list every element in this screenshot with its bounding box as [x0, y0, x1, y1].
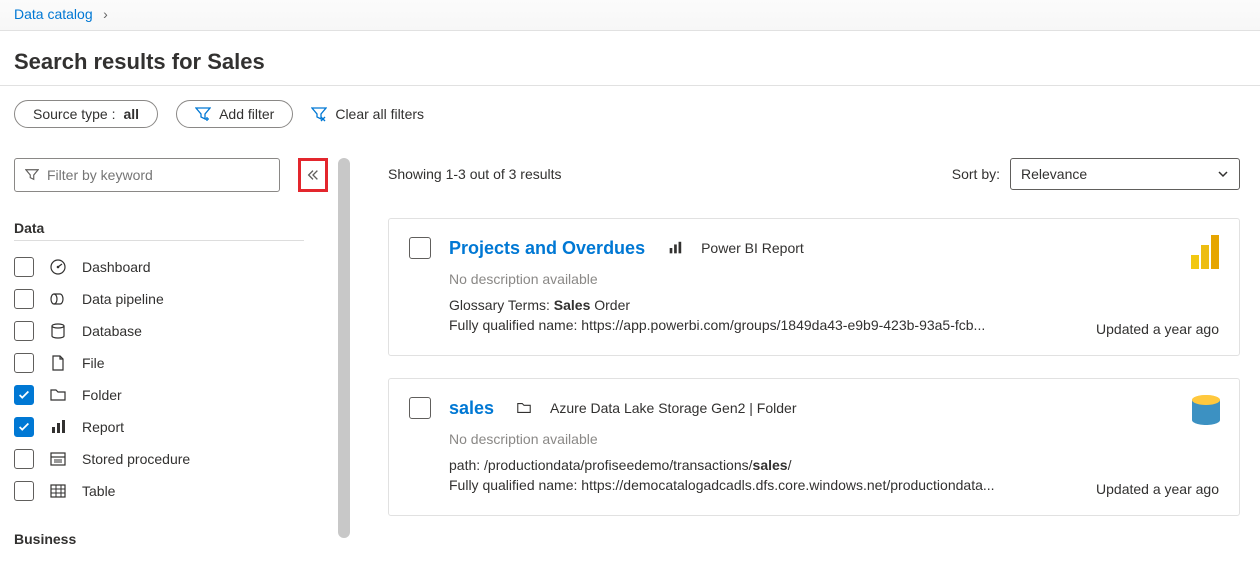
result-title-link[interactable]: Projects and Overdues [449, 238, 645, 259]
filter-keyword-input[interactable] [47, 167, 269, 183]
clear-all-label: Clear all filters [335, 106, 424, 122]
sort-select[interactable]: Relevance [1010, 158, 1240, 190]
updated-label: Updated a year ago [1096, 321, 1219, 337]
results-header: Showing 1-3 out of 3 results Sort by: Re… [388, 158, 1240, 196]
facet-item-report[interactable]: Report [14, 411, 350, 443]
checkbox[interactable] [14, 321, 34, 341]
dashboard-icon [48, 258, 68, 276]
storedproc-icon [48, 450, 68, 468]
report-icon [667, 240, 683, 256]
pipeline-icon [48, 290, 68, 308]
clear-all-filters[interactable]: Clear all filters [311, 106, 424, 122]
facet-item-dashboard[interactable]: Dashboard [14, 251, 350, 283]
facet-item-folder[interactable]: Folder [14, 379, 350, 411]
content: Data Dashboard Data pipeline Database [0, 142, 1260, 564]
folder-icon [48, 386, 68, 404]
table-icon [48, 482, 68, 500]
checkbox[interactable] [14, 449, 34, 469]
result-title-link[interactable]: sales [449, 398, 494, 419]
results-panel: Showing 1-3 out of 3 results Sort by: Re… [358, 142, 1260, 564]
powerbi-icon [1191, 235, 1221, 274]
card-head: Projects and Overdues Power BI Report [409, 237, 1219, 259]
chevron-down-icon [1217, 168, 1229, 180]
result-checkbox[interactable] [409, 397, 431, 419]
facet-label: Report [82, 419, 350, 435]
check-icon [17, 420, 31, 434]
report-icon [48, 418, 68, 436]
database-icon [48, 322, 68, 340]
source-type-pill[interactable]: Source type : all [14, 100, 158, 128]
chevron-right-icon: › [103, 6, 108, 22]
filter-clear-icon [311, 106, 327, 122]
facet-label: Data pipeline [82, 291, 350, 307]
filter-bar: Source type : all Add filter Clear all f… [0, 86, 1260, 142]
source-type-value: all [124, 106, 140, 122]
result-card: sales Azure Data Lake Storage Gen2 | Fol… [388, 378, 1240, 516]
path-line: path: /productiondata/profiseedemo/trans… [449, 457, 1219, 473]
no-description: No description available [449, 431, 1219, 447]
filter-add-icon [195, 106, 211, 122]
facet-title: Business [14, 531, 350, 547]
checkbox[interactable] [14, 417, 34, 437]
result-checkbox[interactable] [409, 237, 431, 259]
checkbox[interactable] [14, 385, 34, 405]
breadcrumb: Data catalog › [0, 0, 1260, 31]
checkbox[interactable] [14, 289, 34, 309]
filter-icon [25, 168, 39, 182]
result-type-label: Power BI Report [701, 240, 804, 256]
facet-label: File [82, 355, 350, 371]
sidebar: Data Dashboard Data pipeline Database [0, 142, 358, 564]
sort-label: Sort by: [952, 166, 1000, 182]
file-icon [48, 354, 68, 372]
page-title: Search results for Sales [0, 31, 1260, 86]
sort-by: Sort by: Relevance [952, 158, 1240, 190]
add-filter-label: Add filter [219, 106, 274, 122]
facet-label: Database [82, 323, 350, 339]
sort-value: Relevance [1021, 166, 1087, 182]
facet-label: Stored procedure [82, 451, 350, 467]
filter-keyword-wrap[interactable] [14, 158, 280, 192]
sidebar-scrollbar-thumb[interactable] [338, 158, 350, 538]
source-type-prefix: Source type : [33, 106, 116, 122]
result-card: Projects and Overdues Power BI Report No… [388, 218, 1240, 356]
collapse-sidebar-button[interactable] [298, 158, 328, 192]
updated-label: Updated a year ago [1096, 481, 1219, 497]
facet-list-data: Dashboard Data pipeline Database File [14, 251, 350, 507]
checkbox[interactable] [14, 481, 34, 501]
facet-item-table[interactable]: Table [14, 475, 350, 507]
chevron-double-left-icon [306, 168, 320, 182]
checkbox[interactable] [14, 257, 34, 277]
breadcrumb-root-link[interactable]: Data catalog [14, 6, 93, 22]
sidebar-scrollbar[interactable] [338, 158, 350, 538]
result-type-label: Azure Data Lake Storage Gen2 | Folder [550, 400, 796, 416]
add-filter-button[interactable]: Add filter [176, 100, 293, 128]
facet-item-file[interactable]: File [14, 347, 350, 379]
check-icon [17, 388, 31, 402]
facet-item-database[interactable]: Database [14, 315, 350, 347]
facet-item-storedproc[interactable]: Stored procedure [14, 443, 350, 475]
adls-icon [1191, 395, 1221, 432]
results-count: Showing 1-3 out of 3 results [388, 166, 562, 182]
no-description: No description available [449, 271, 1219, 287]
facet-label: Table [82, 483, 350, 499]
checkbox[interactable] [14, 353, 34, 373]
divider [14, 240, 304, 241]
folder-icon [516, 400, 532, 416]
facet-label: Dashboard [82, 259, 350, 275]
card-head: sales Azure Data Lake Storage Gen2 | Fol… [409, 397, 1219, 419]
facet-title: Data [14, 220, 350, 236]
glossary-line: Glossary Terms: Sales Order [449, 297, 1219, 313]
facet-label: Folder [82, 387, 350, 403]
facet-item-pipeline[interactable]: Data pipeline [14, 283, 350, 315]
